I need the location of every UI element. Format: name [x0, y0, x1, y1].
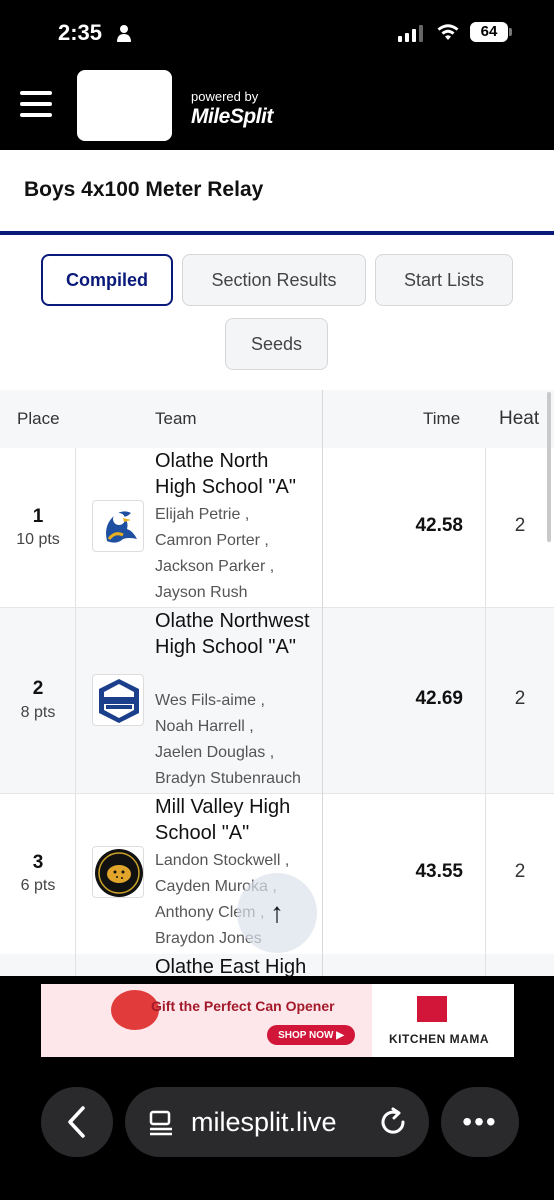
athlete-name[interactable]: Bradyn Stubenrauch [155, 770, 301, 788]
chevron-left-icon [68, 1106, 85, 1138]
place-cell [0, 954, 76, 976]
more-icon: ••• [462, 1106, 498, 1137]
column-header-team[interactable]: Team [155, 409, 197, 429]
column-header-place[interactable]: Place [17, 409, 60, 429]
url-text[interactable]: milesplit.live [191, 1107, 337, 1138]
column-header-time[interactable]: Time [423, 409, 460, 429]
powered-by-label: powered by [191, 89, 259, 104]
site-logo[interactable] [77, 70, 172, 141]
results-content: Boys 4x100 Meter Relay Compiled Section … [0, 150, 554, 976]
scrollbar[interactable] [547, 392, 551, 542]
battery-tip [509, 28, 512, 36]
athlete-name[interactable]: Elijah Petrie , [155, 506, 249, 524]
heat-number: 2 [514, 688, 526, 709]
column-divider [322, 390, 323, 976]
milesplit-logo: MileSplit [191, 105, 273, 128]
person-icon [117, 25, 131, 42]
team-name[interactable]: Olathe Northwest High School "A" [155, 608, 315, 660]
place-cell [0, 608, 76, 794]
athlete-name[interactable]: Landon Stockwell , [155, 852, 289, 870]
athlete-name[interactable]: Jaelen Douglas , [155, 744, 274, 762]
ad-artwork [41, 984, 372, 1057]
address-bar[interactable]: milesplit.live [125, 1087, 429, 1157]
reader-icon[interactable] [147, 1109, 175, 1137]
result-time: 42.69 [415, 688, 463, 709]
athlete-name[interactable]: Noah Harrell , [155, 718, 254, 736]
result-time: 43.55 [415, 861, 463, 882]
heat-number: 2 [514, 861, 526, 882]
ad-headline: Gift the Perfect Can Opener [151, 998, 335, 1014]
status-time: 2:35 [58, 20, 103, 45]
kitchen-mama-logo-icon [417, 996, 447, 1022]
shop-now-button[interactable]: SHOP NOW ▶ [267, 1025, 355, 1045]
column-header-heat[interactable]: Heat [499, 408, 539, 430]
result-time: 42.58 [415, 515, 463, 536]
table-row[interactable]: 1 10 pts Olathe North High School "A" El… [0, 448, 554, 608]
tab-compiled[interactable]: Compiled [41, 254, 173, 306]
ad-banner[interactable]: Gift the Perfect Can Opener SHOP NOW ▶ K… [41, 984, 514, 1057]
place-cell [0, 448, 76, 608]
more-button[interactable]: ••• [441, 1087, 519, 1157]
scroll-to-top-button[interactable]: ↑ [237, 873, 317, 953]
place-number: 1 [32, 506, 44, 527]
app-header: powered by MileSplit [0, 62, 554, 150]
status-bar: 2:35 64 [0, 0, 554, 62]
place-number: 2 [32, 678, 44, 699]
table-header: Place Team Time Heat [0, 390, 554, 448]
place-cell [0, 794, 76, 954]
signal-icon [398, 24, 423, 42]
team-name[interactable]: Olathe North High School "A" [155, 448, 315, 500]
northwest-track-logo-icon [92, 674, 144, 726]
page-title: Boys 4x100 Meter Relay [24, 178, 264, 201]
eagle-logo-icon [92, 500, 144, 552]
team-name[interactable]: Olathe East High [155, 954, 325, 976]
athlete-name[interactable]: Camron Porter , [155, 532, 269, 550]
tab-section-results[interactable]: Section Results [182, 254, 366, 306]
points-label: 6 pts [20, 877, 56, 894]
points-label: 10 pts [16, 531, 60, 548]
back-button[interactable] [41, 1087, 113, 1157]
heat-number: 2 [514, 515, 526, 536]
athlete-name[interactable]: Jayson Rush [155, 584, 248, 602]
tab-seeds[interactable]: Seeds [225, 318, 328, 370]
browser-toolbar: milesplit.live ••• [0, 1062, 554, 1200]
place-number: 3 [32, 852, 44, 873]
battery-icon: 64 [470, 22, 508, 42]
menu-icon[interactable] [20, 91, 52, 117]
athlete-name[interactable]: Jackson Parker , [155, 558, 274, 576]
tab-start-lists[interactable]: Start Lists [375, 254, 513, 306]
ad-brand: KITCHEN MAMA [389, 1032, 489, 1046]
jaguars-logo-icon [92, 846, 144, 898]
athlete-name[interactable]: Wes Fils-aime , [155, 692, 265, 710]
points-label: 8 pts [20, 704, 56, 721]
heat-divider [485, 954, 486, 976]
team-name[interactable]: Mill Valley High School "A" [155, 794, 315, 846]
wifi-icon [437, 24, 459, 40]
reload-icon[interactable] [377, 1106, 409, 1138]
title-divider [0, 231, 554, 235]
table-row[interactable]: Olathe East High [0, 954, 554, 976]
table-row[interactable]: 2 8 pts Olathe Northwest High School "A"… [0, 608, 554, 794]
